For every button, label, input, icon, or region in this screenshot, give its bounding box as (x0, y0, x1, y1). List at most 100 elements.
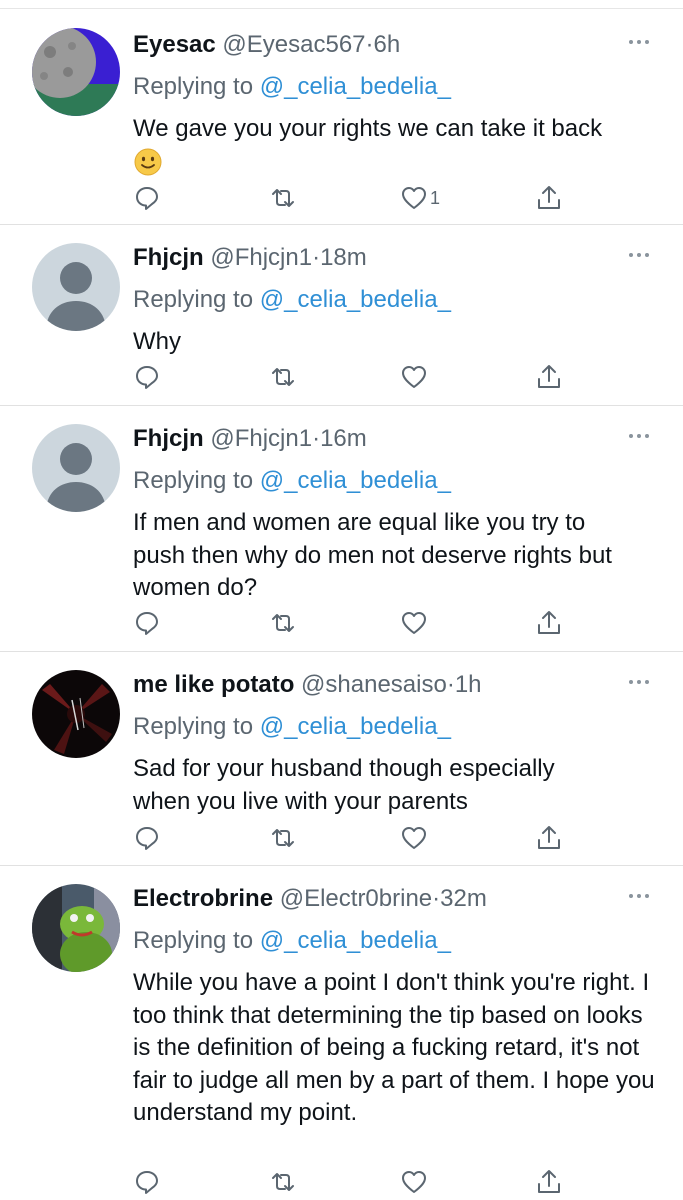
share-icon (538, 611, 560, 634)
reply-icon (136, 366, 158, 389)
dot-separator: · (432, 885, 441, 912)
tweet-text-body: We gave you your rights we can take it b… (133, 115, 603, 142)
replying-label: Replying to (133, 286, 254, 313)
moon-landscape-avatar-icon (32, 28, 120, 116)
replying-handle-link[interactable]: @_celia_bedelia_ (260, 927, 451, 954)
replying-handle-link[interactable]: @_celia_bedelia_ (260, 286, 451, 313)
like-button[interactable] (400, 605, 428, 641)
replying-handle-link[interactable]: @_celia_bedelia_ (260, 467, 451, 494)
reply-button[interactable] (134, 605, 160, 641)
retweet-button[interactable] (268, 180, 298, 216)
retweet-button[interactable] (268, 1164, 298, 1200)
share-button[interactable] (536, 820, 562, 856)
reply-button[interactable] (134, 820, 160, 856)
replying-handle-link[interactable]: @_celia_bedelia_ (260, 73, 451, 100)
reply-icon (136, 1171, 158, 1194)
tweet-header: Fhjcjn @Fhjcjn1·18m (133, 243, 367, 273)
reply-tweet[interactable]: Eyesac @Eyesac567·6h Replying to @_celia… (0, 12, 683, 224)
reply-tweet[interactable]: Fhjcjn @Fhjcjn1·16m Replying to @_celia_… (0, 406, 683, 651)
slightly-smiling-face-icon (134, 148, 162, 176)
like-count: 1 (430, 187, 441, 208)
share-icon (538, 365, 560, 388)
user-handle[interactable]: @Fhjcjn1 (210, 244, 312, 271)
reply-button[interactable] (134, 1164, 160, 1200)
replying-to: Replying to @_celia_bedelia_ (133, 926, 451, 956)
user-handle[interactable]: @Eyesac567 (222, 31, 365, 58)
more-options-icon[interactable] (627, 32, 651, 52)
retweet-button[interactable] (268, 605, 298, 641)
reply-icon (136, 827, 158, 850)
share-icon (538, 186, 560, 209)
tweet-text: If men and women are equal like you try … (133, 509, 612, 601)
default-avatar-icon (32, 424, 120, 512)
reply-icon (136, 187, 158, 210)
avatar[interactable] (32, 884, 120, 972)
reply-button[interactable] (134, 180, 160, 216)
like-button[interactable] (400, 1164, 428, 1200)
display-name[interactable]: Fhjcjn (133, 244, 204, 271)
like-button[interactable]: 1 (400, 180, 440, 216)
dot-separator: · (365, 31, 374, 58)
heart-icon (402, 827, 426, 849)
display-name[interactable]: Eyesac (133, 31, 216, 58)
heart-icon (402, 187, 426, 209)
tweet-text: We gave you your rights we can take it b… (133, 113, 653, 178)
heart-icon (402, 1171, 426, 1193)
retweet-icon (272, 829, 294, 847)
retweet-icon (272, 189, 294, 207)
avatar[interactable] (32, 28, 120, 116)
tweet-text: While you have a point I don't think you… (133, 969, 655, 1126)
replying-handle-link[interactable]: @_celia_bedelia_ (260, 713, 451, 740)
default-avatar-icon (32, 243, 120, 331)
share-button[interactable] (536, 1164, 562, 1200)
share-icon (538, 1170, 560, 1193)
display-name[interactable]: Fhjcjn (133, 425, 204, 452)
avatar[interactable] (32, 243, 120, 331)
more-options-icon[interactable] (627, 886, 651, 906)
reply-button[interactable] (134, 359, 160, 395)
share-button[interactable] (536, 180, 562, 216)
reply-tweet[interactable]: Fhjcjn @Fhjcjn1·18m Replying to @_celia_… (0, 225, 683, 405)
timestamp[interactable]: 16m (320, 425, 367, 452)
green-frog-avatar-icon (32, 884, 120, 972)
replying-label: Replying to (133, 927, 254, 954)
user-handle[interactable]: @shanesaiso (301, 671, 447, 698)
timestamp[interactable]: 1h (455, 671, 482, 698)
dark-abstract-avatar-icon (32, 670, 120, 758)
display-name[interactable]: me like potato (133, 671, 294, 698)
heart-icon (402, 612, 426, 634)
avatar[interactable] (32, 670, 120, 758)
retweet-button[interactable] (268, 359, 298, 395)
display-name[interactable]: Electrobrine (133, 885, 273, 912)
tweet-actions (0, 359, 683, 395)
timestamp[interactable]: 32m (440, 885, 487, 912)
reply-icon (136, 612, 158, 635)
replying-to: Replying to @_celia_bedelia_ (133, 712, 451, 742)
dot-separator: · (312, 425, 321, 452)
more-options-icon[interactable] (627, 426, 651, 446)
user-handle[interactable]: @Electr0brine (280, 885, 432, 912)
share-button[interactable] (536, 359, 562, 395)
timestamp[interactable]: 18m (320, 244, 367, 271)
tweet-text: Why (133, 328, 181, 355)
tweet-header: me like potato @shanesaiso·1h (133, 670, 482, 700)
more-options-icon[interactable] (627, 672, 651, 692)
share-button[interactable] (536, 605, 562, 641)
tweet-actions (0, 820, 683, 856)
avatar[interactable] (32, 424, 120, 512)
tweet-actions: 1 (0, 180, 683, 216)
retweet-button[interactable] (268, 820, 298, 856)
more-options-icon[interactable] (627, 245, 651, 265)
like-button[interactable] (400, 359, 428, 395)
like-button[interactable] (400, 820, 428, 856)
heart-icon (402, 366, 426, 388)
reply-tweet[interactable]: me like potato @shanesaiso·1h Replying t… (0, 652, 683, 865)
reply-tweet[interactable]: Electrobrine @Electr0brine·32m Replying … (0, 866, 683, 1200)
user-handle[interactable]: @Fhjcjn1 (210, 425, 312, 452)
tweet-actions (0, 605, 683, 641)
replying-to: Replying to @_celia_bedelia_ (133, 72, 451, 102)
dot-separator: · (312, 244, 321, 271)
tweet-actions (0, 1164, 683, 1200)
tweet-header: Electrobrine @Electr0brine·32m (133, 884, 487, 914)
timestamp[interactable]: 6h (374, 31, 401, 58)
